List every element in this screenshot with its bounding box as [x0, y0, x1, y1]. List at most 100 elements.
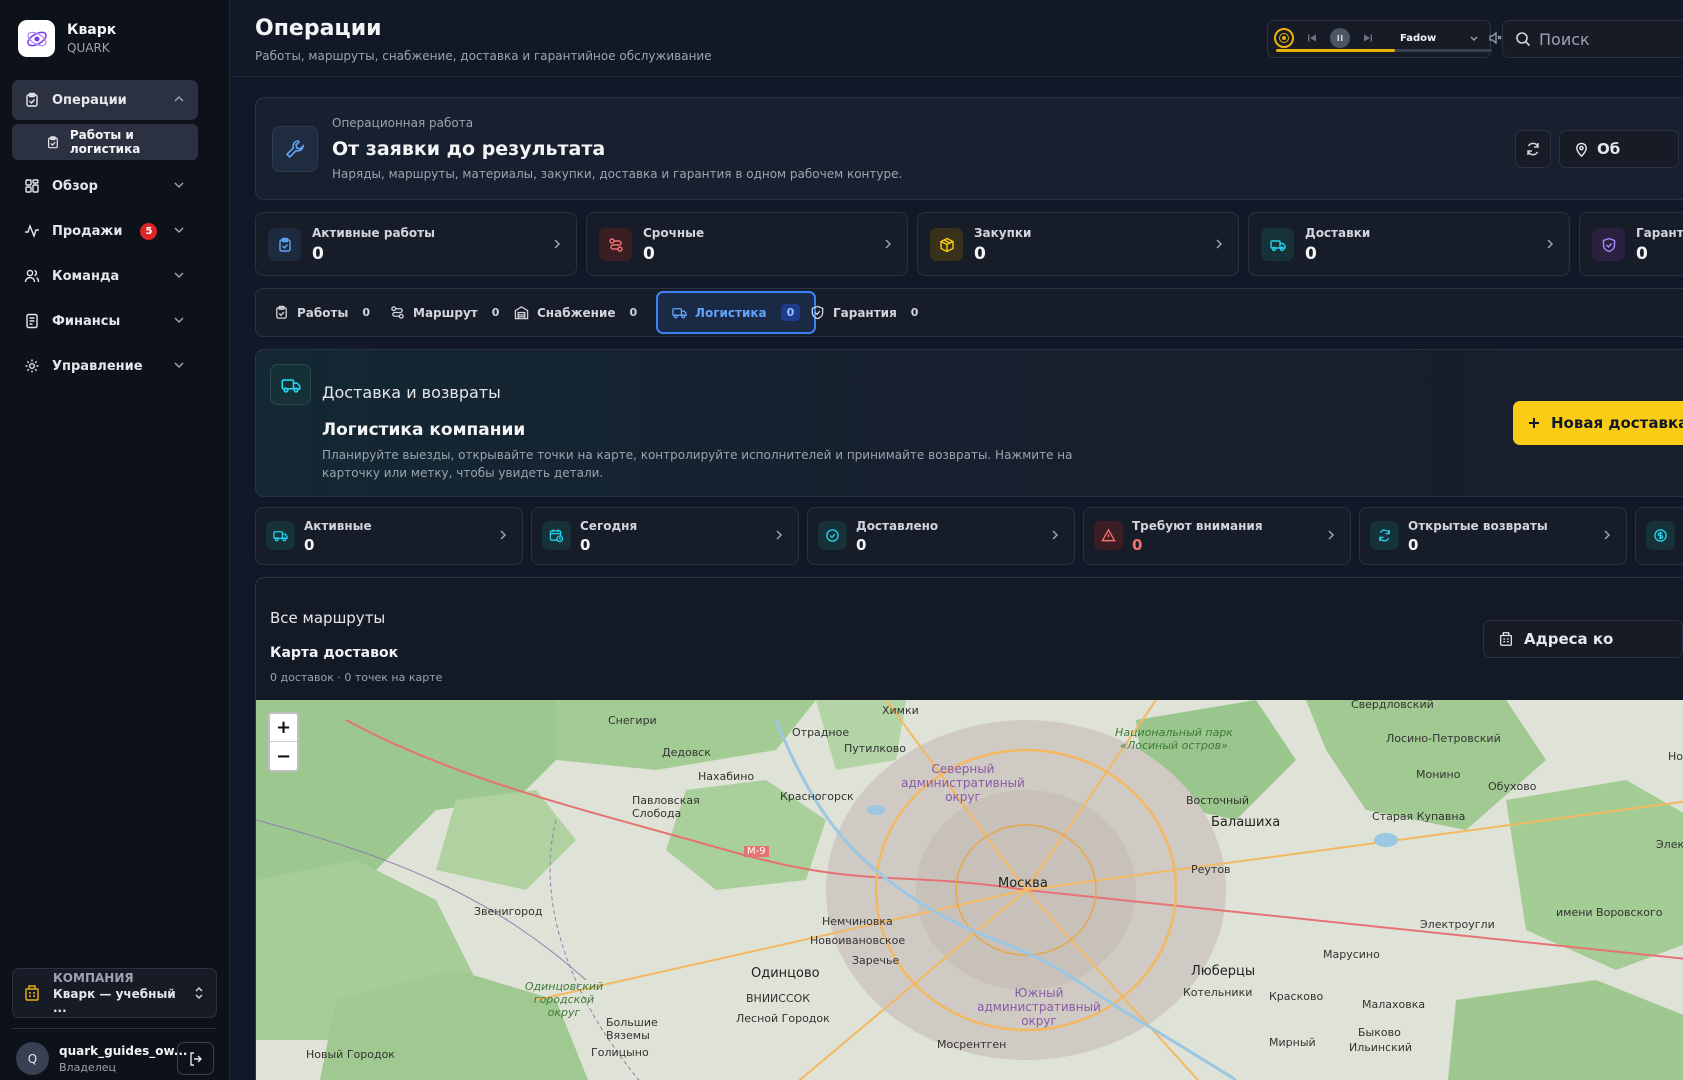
previous-track-icon[interactable]	[1302, 28, 1322, 48]
map-label: Южный административный округ	[977, 986, 1101, 1028]
pause-icon[interactable]	[1330, 28, 1350, 48]
brand[interactable]: Кварк QUARK	[18, 20, 116, 57]
sidebar-item-label: Обзор	[52, 178, 98, 194]
stat-label: Сегодня	[580, 519, 638, 533]
chevron-right-icon	[1547, 239, 1554, 249]
tab-route[interactable]: Маршрут 0	[376, 291, 513, 334]
sidebar-item-label: Команда	[52, 268, 120, 284]
tab-count: 0	[629, 306, 638, 319]
clipboard-check-icon	[26, 92, 38, 107]
stat-warranty[interactable]: Гаранти 0	[1579, 212, 1683, 276]
stat-value: 0	[1636, 244, 1648, 264]
user-profile[interactable]: Q quark_guides_ow... Владелец	[16, 1042, 214, 1075]
stat-value: 0	[312, 244, 324, 264]
gear-icon	[25, 359, 39, 373]
map-tiles	[256, 700, 1683, 1080]
logout-button[interactable]	[177, 1042, 214, 1075]
next-track-icon[interactable]	[1358, 28, 1378, 48]
map-label: Заречье	[852, 954, 900, 967]
stat-urgent[interactable]: Срочные 0	[586, 212, 908, 276]
dstat-returns[interactable]: Открытые возвраты 0	[1359, 507, 1627, 565]
map-label: имени Воровского	[1556, 906, 1663, 919]
dstat-delivered[interactable]: Доставлено 0	[807, 507, 1075, 565]
tab-logistics[interactable]: Логистика 0	[656, 291, 817, 334]
map-label: Старая Купавна	[1372, 810, 1466, 823]
sidebar-item-label: Продажи	[52, 223, 123, 239]
tab-works[interactable]: Работы 0	[260, 291, 384, 334]
chevron-right-icon	[776, 530, 783, 540]
map-label: Котельники	[1183, 986, 1253, 999]
stat-value: 0	[643, 244, 655, 264]
stat-active-works[interactable]: Активные работы 0	[255, 212, 577, 276]
player-progress[interactable]	[1276, 49, 1492, 52]
search-input[interactable]	[1539, 29, 1683, 49]
calendar-clock-icon	[542, 521, 571, 550]
page-title: Операции	[255, 16, 382, 41]
chevron-down-icon[interactable]	[1468, 32, 1480, 44]
sidebar-item-works-logistics[interactable]: Работы и логистика	[12, 124, 198, 160]
map-label: Национальный парк «Лосиный остров»	[1115, 726, 1233, 752]
stat-value: 0	[580, 536, 591, 554]
truck-icon	[266, 521, 295, 550]
stat-value: 0	[1305, 244, 1317, 264]
package-icon	[930, 228, 963, 261]
map-label: Павловская Слобода	[632, 794, 700, 820]
brand-sub: QUARK	[67, 41, 110, 55]
route-icon	[599, 228, 632, 261]
routes-card: Все маршруты Карта доставок 0 доставок ·…	[255, 577, 1683, 1080]
chevrons-up-down-icon	[195, 986, 203, 1000]
stat-deliveries[interactable]: Доставки 0	[1248, 212, 1570, 276]
clipboard-check-icon	[268, 228, 301, 261]
company-switcher[interactable]: КОМПАНИЯ Кварк — учебный ...	[12, 968, 217, 1018]
map-label: Мосрентген	[937, 1038, 1007, 1051]
dstat-active[interactable]: Активные 0	[255, 507, 523, 565]
sidebar-item-label: Работы и логистика	[69, 128, 141, 156]
map-label: Путилково	[844, 742, 906, 755]
chevron-right-icon	[1604, 530, 1611, 540]
stat-value: 0	[856, 536, 867, 554]
sidebar-item-management[interactable]: Управление	[12, 346, 198, 386]
zoom-out-button[interactable]: −	[270, 742, 297, 770]
stat-purchases[interactable]: Закупки 0	[917, 212, 1239, 276]
map-label: Голицыно	[591, 1046, 649, 1059]
stat-value: 0	[974, 244, 986, 264]
tab-supply[interactable]: Снабжение 0	[500, 291, 651, 334]
dstat-money[interactable]	[1635, 507, 1683, 565]
sidebar-item-finance[interactable]: Финансы	[12, 301, 198, 341]
track-name: Fadow	[1400, 32, 1437, 44]
sidebar-nav: Операции Работы и логистика Обзор Продаж…	[12, 80, 198, 391]
map-pin-icon	[1576, 142, 1587, 157]
alert-triangle-icon	[1094, 521, 1123, 550]
operations-tabs: Работы 0 Маршрут 0 Снабжение 0 Логистика…	[255, 288, 1683, 337]
volume-mute-icon[interactable]	[1488, 31, 1502, 45]
map-label: Новоивановское	[810, 934, 906, 947]
sidebar-item-team[interactable]: Команда	[12, 256, 198, 296]
main-content: Операции Работы, маршруты, снабжение, до…	[231, 0, 1683, 1080]
sidebar-item-overview[interactable]: Обзор	[12, 166, 198, 206]
user-role: Владелец	[59, 1060, 116, 1074]
sales-badge: 5	[140, 222, 158, 240]
stat-label: Активные	[304, 519, 372, 533]
delivery-map[interactable]: + − Москва Химки Красногорск Одинцово Ба…	[256, 698, 1683, 1080]
chevron-down-icon	[174, 227, 184, 234]
dstat-today[interactable]: Сегодня 0	[531, 507, 799, 565]
tab-warranty[interactable]: Гарантия 0	[796, 291, 932, 334]
sidebar-item-label: Финансы	[52, 313, 121, 329]
hero-location-button[interactable]: Об	[1559, 130, 1679, 168]
zoom-in-button[interactable]: +	[270, 714, 297, 742]
check-circle-icon	[818, 521, 847, 550]
company-addresses-button[interactable]: Адреса ко	[1483, 620, 1683, 658]
map-label: Марусино	[1323, 948, 1380, 961]
shield-check-icon	[1592, 228, 1625, 261]
sidebar-item-operations[interactable]: Операции	[12, 80, 198, 120]
sidebar-item-label: Операции	[52, 92, 127, 108]
sidebar-item-sales[interactable]: Продажи 5	[12, 211, 198, 251]
tab-count: 0	[362, 306, 370, 319]
chevron-down-icon	[174, 182, 184, 189]
refresh-button[interactable]	[1515, 130, 1551, 168]
new-delivery-button[interactable]: Новая доставка	[1513, 401, 1683, 445]
dstat-attention[interactable]: Требуют внимания 0	[1083, 507, 1351, 565]
radio-icon[interactable]	[1274, 28, 1294, 48]
map-label: Новый Городок	[306, 1048, 395, 1061]
search-box[interactable]	[1502, 20, 1683, 58]
